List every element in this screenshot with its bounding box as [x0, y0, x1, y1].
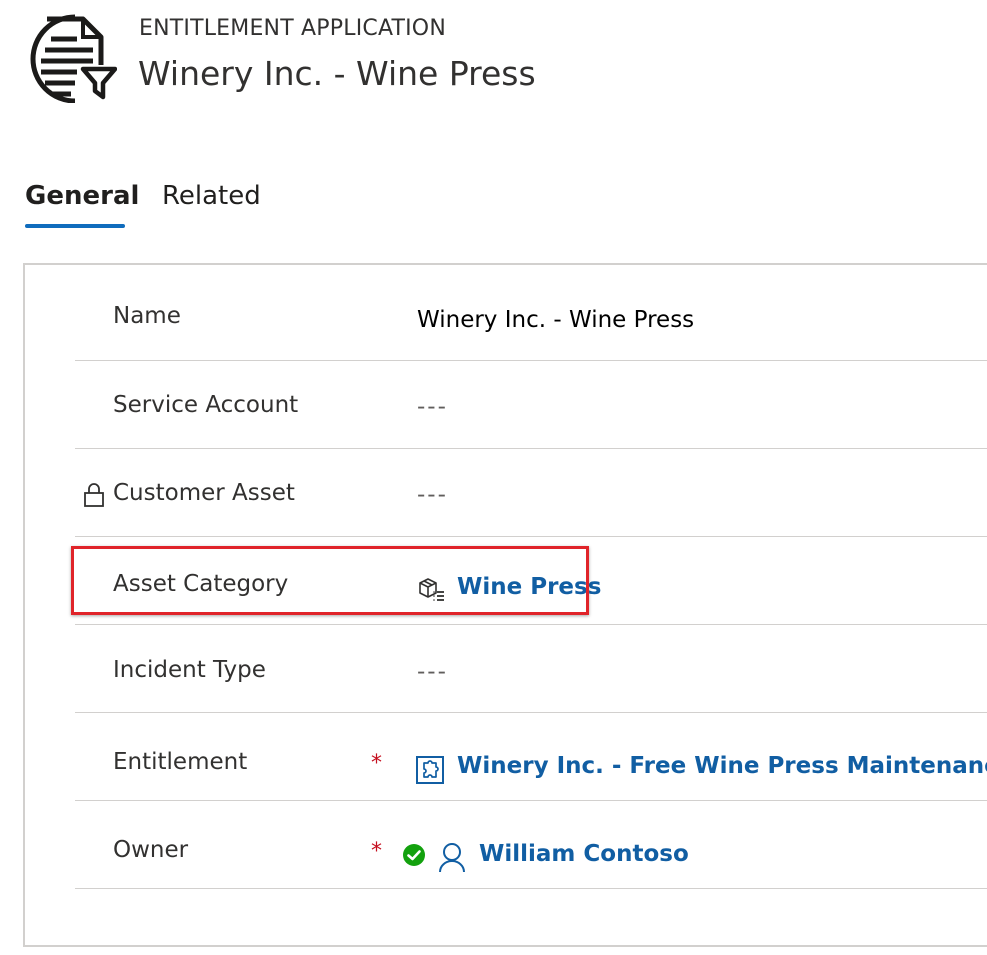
field-row-service-account: Service Account ---	[75, 361, 987, 449]
field-row-entitlement: Entitlement * Winery Inc. - Free Wine Pr…	[75, 713, 987, 801]
field-label-customer-asset: Customer Asset	[113, 480, 295, 506]
field-row-customer-asset: Customer Asset ---	[75, 449, 987, 537]
selected-tab-indicator	[25, 224, 125, 228]
record-type-label: ENTITLEMENT APPLICATION	[139, 16, 446, 41]
tab-general[interactable]: General	[25, 181, 139, 211]
entitlement-application-icon	[30, 14, 117, 103]
lock-icon	[84, 483, 104, 507]
owner-link[interactable]: William Contoso	[479, 841, 689, 867]
required-indicator: *	[371, 839, 382, 864]
required-indicator: *	[371, 751, 382, 776]
field-row-owner: Owner * William Contoso	[75, 801, 987, 889]
field-row-name: Name Winery Inc. - Wine Press	[75, 273, 987, 361]
field-row-incident-type: Incident Type ---	[75, 625, 987, 713]
field-value-incident-type[interactable]: ---	[417, 659, 448, 685]
field-label-entitlement: Entitlement	[113, 749, 248, 775]
entitlement-link[interactable]: Winery Inc. - Free Wine Press Maintenanc…	[457, 753, 987, 779]
user-icon	[439, 843, 465, 873]
field-value-service-account[interactable]: ---	[417, 394, 448, 420]
field-label-incident-type: Incident Type	[113, 657, 266, 683]
available-status-icon	[403, 844, 425, 866]
field-value-name[interactable]: Winery Inc. - Wine Press	[417, 307, 694, 333]
field-label-service-account: Service Account	[113, 392, 299, 418]
field-label-name: Name	[113, 303, 181, 329]
page-title: Winery Inc. - Wine Press	[138, 54, 536, 93]
tab-related[interactable]: Related	[162, 181, 261, 211]
entitlement-icon	[416, 756, 444, 784]
highlight-annotation	[71, 546, 589, 615]
field-label-owner: Owner	[113, 837, 189, 863]
field-value-customer-asset: ---	[417, 482, 448, 508]
